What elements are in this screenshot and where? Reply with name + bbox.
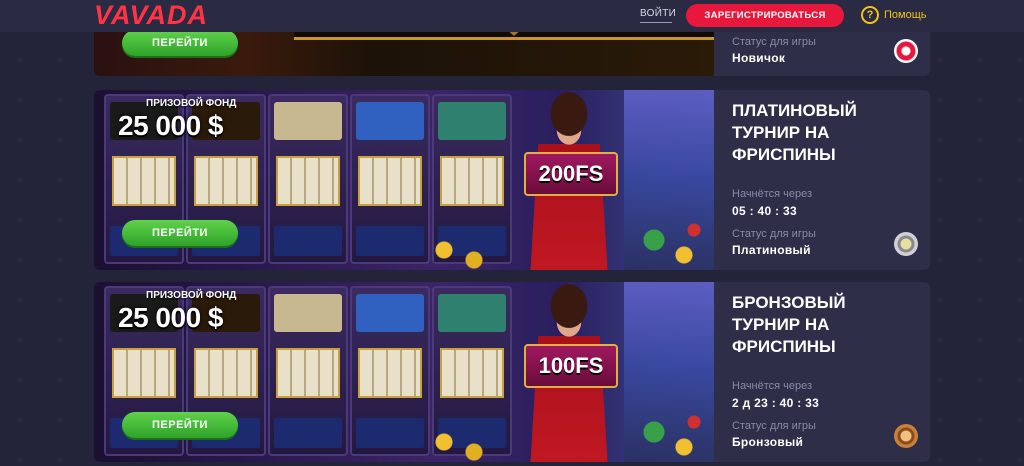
top-header: VAVADA ВОЙТИ ЗАРЕГИСТРИРОВАТЬСЯ ? Помощь bbox=[0, 0, 1024, 32]
coins-pile bbox=[424, 402, 714, 462]
login-link[interactable]: ВОЙТИ bbox=[640, 8, 676, 19]
help-label: Помощь bbox=[884, 9, 927, 21]
tournament-card-platinum: ПРИЗОВОЙ ФОНД 25 000 $ 200FS ПЕРЕЙТИ ПЛА… bbox=[94, 90, 930, 270]
tournament-title[interactable]: БРОНЗОВЫЙ ТУРНИР НА ФРИСПИНЫ bbox=[732, 292, 902, 358]
status-label: Статус для игры bbox=[732, 420, 816, 432]
vavada-logo[interactable]: VAVADA bbox=[94, 0, 208, 30]
freespins-sign: 200FS bbox=[524, 152, 618, 196]
slot-machine-icon bbox=[350, 286, 430, 456]
countdown-value: 2 д 23 : 40 : 33 bbox=[732, 396, 820, 410]
status-label: Статус для игры bbox=[732, 228, 816, 240]
tournament-banner: ПРИЗОВОЙ ФОНД 25 000 $ 100FS ПЕРЕЙТИ bbox=[94, 282, 714, 462]
go-button[interactable]: ПЕРЕЙТИ bbox=[122, 220, 238, 246]
coins-pile bbox=[424, 210, 714, 270]
tournament-title[interactable]: ПЛАТИНОВЫЙ ТУРНИР НА ФРИСПИНЫ bbox=[732, 100, 902, 166]
prize-fund-amount: 25 000 $ bbox=[118, 302, 224, 333]
status-value: Новичок bbox=[732, 51, 786, 65]
register-button[interactable]: ЗАРЕГИСТРИРОВАТЬСЯ bbox=[686, 4, 844, 27]
status-value: Бронзовый bbox=[732, 435, 804, 449]
starts-label: Начнётся через bbox=[732, 380, 813, 392]
help-link[interactable]: ? Помощь bbox=[861, 6, 927, 24]
login-underline bbox=[640, 22, 672, 23]
slot-machine-icon bbox=[268, 94, 348, 264]
status-value: Платиновый bbox=[732, 243, 811, 257]
tournament-card-bronze: ПРИЗОВОЙ ФОНД 25 000 $ 100FS ПЕРЕЙТИ БРО… bbox=[94, 282, 930, 462]
slot-machine-icon bbox=[268, 286, 348, 456]
prize-fund-label: ПРИЗОВОЙ ФОНД bbox=[146, 98, 237, 109]
slot-machine-icon bbox=[350, 94, 430, 264]
status-label: Статус для игры bbox=[732, 36, 816, 48]
prize-fund-amount: 25 000 $ bbox=[118, 110, 224, 141]
go-button[interactable]: ПЕРЕЙТИ bbox=[122, 30, 238, 56]
starts-label: Начнётся через bbox=[732, 188, 813, 200]
countdown-value: 05 : 40 : 33 bbox=[732, 204, 797, 218]
freespins-sign: 100FS bbox=[524, 344, 618, 388]
bronze-status-icon bbox=[894, 424, 918, 448]
tournament-banner: ПРИЗОВОЙ ФОНД 25 000 $ 200FS ПЕРЕЙТИ bbox=[94, 90, 714, 270]
tournament-info: БРОНЗОВЫЙ ТУРНИР НА ФРИСПИНЫ Начнётся че… bbox=[732, 282, 928, 462]
prize-fund-label: ПРИЗОВОЙ ФОНД bbox=[146, 290, 237, 301]
newbie-status-icon bbox=[894, 39, 918, 63]
tournament-info: ПЛАТИНОВЫЙ ТУРНИР НА ФРИСПИНЫ Начнётся ч… bbox=[732, 90, 928, 270]
platinum-status-icon bbox=[894, 232, 918, 256]
go-button[interactable]: ПЕРЕЙТИ bbox=[122, 412, 238, 438]
help-icon: ? bbox=[861, 6, 879, 24]
